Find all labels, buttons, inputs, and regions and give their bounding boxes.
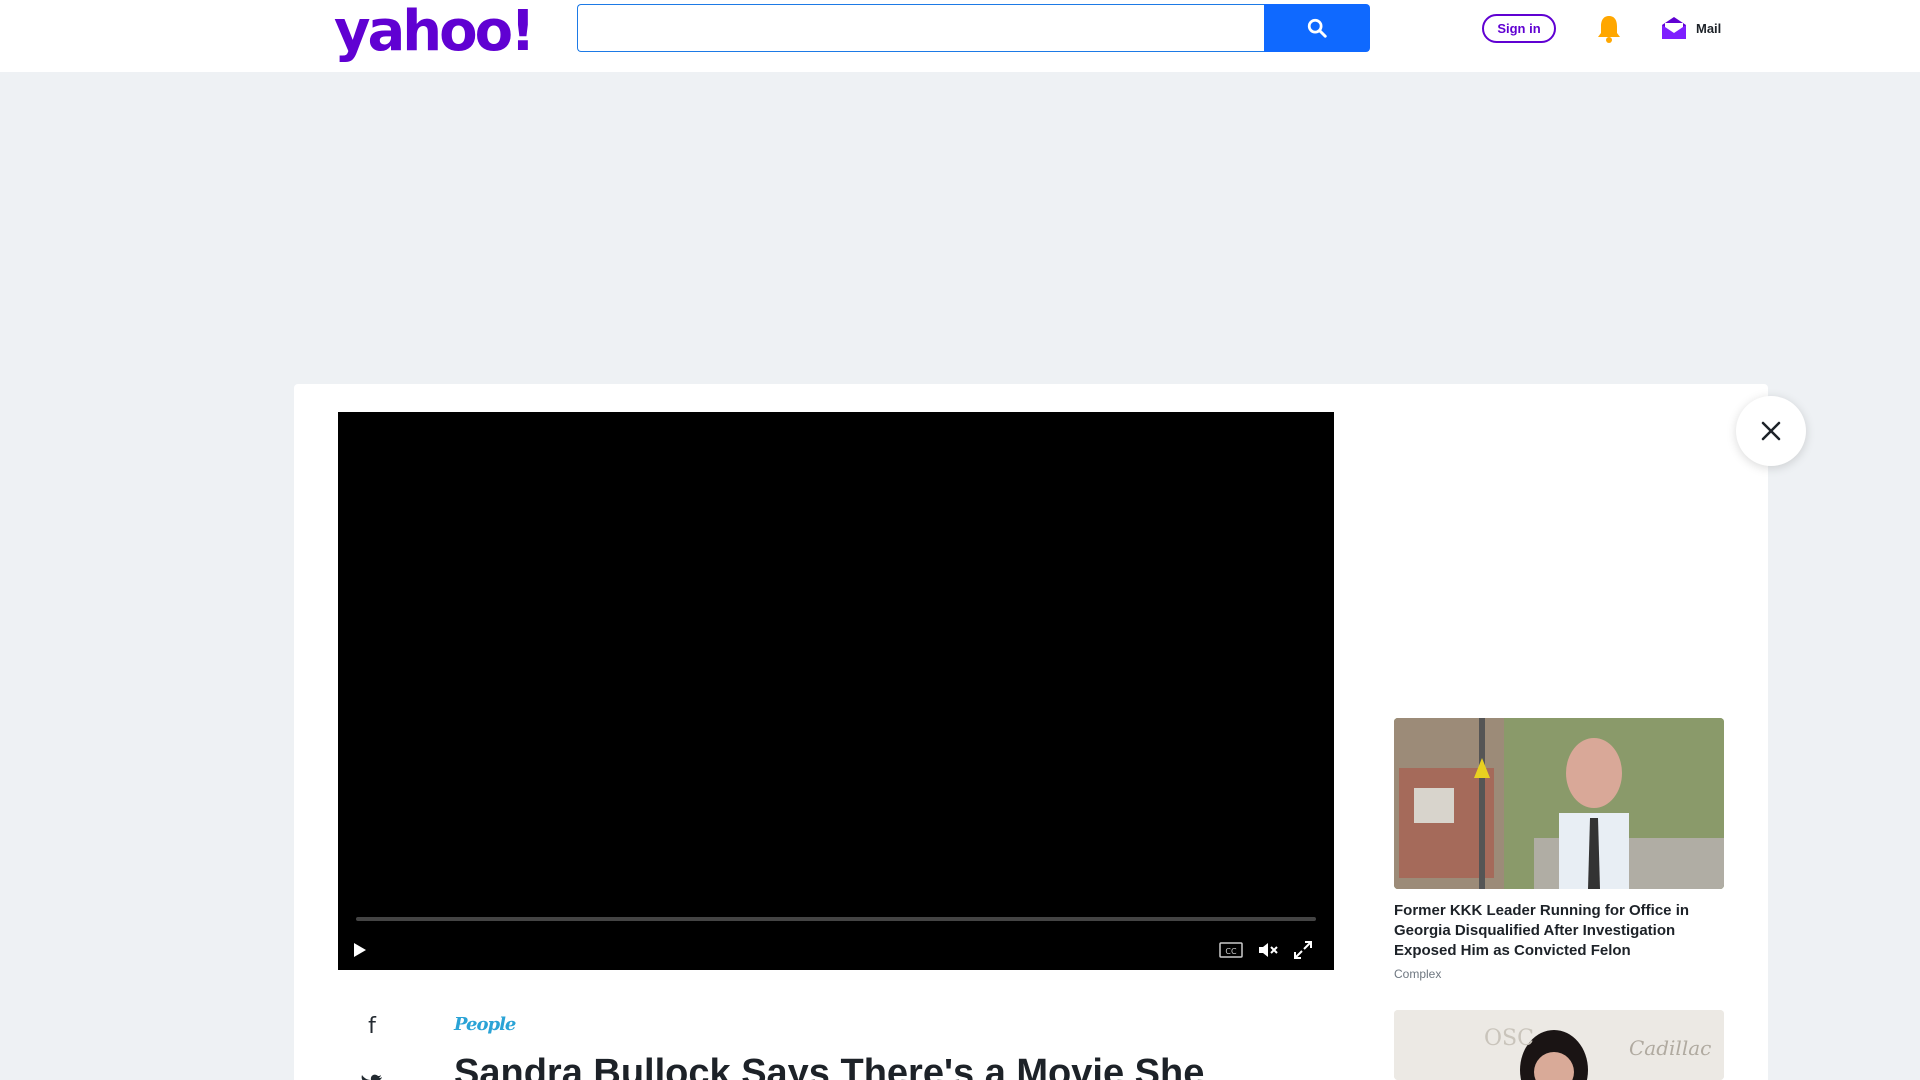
fullscreen-icon	[1294, 941, 1312, 959]
closed-captions-icon: CC	[1219, 942, 1243, 958]
facebook-share-button[interactable]: f	[360, 1013, 384, 1039]
svg-text:CC: CC	[1225, 947, 1237, 956]
ad-space	[0, 72, 1920, 384]
provider-logo[interactable]: People	[454, 1014, 516, 1035]
yahoo-logo[interactable]: yahoo!	[334, 0, 536, 64]
notifications-button[interactable]	[1594, 13, 1624, 45]
story-thumbnail[interactable]	[1394, 718, 1724, 889]
story-thumbnail-image: OSC Cadillac	[1394, 1010, 1724, 1080]
svg-text:Cadillac: Cadillac	[1629, 1036, 1711, 1060]
twitter-icon	[361, 1074, 382, 1080]
svg-text:OSC: OSC	[1484, 1026, 1534, 1051]
search-box	[577, 4, 1370, 52]
story-thumbnail[interactable]: OSC Cadillac	[1394, 1010, 1724, 1080]
mail-link[interactable]: Mail	[1660, 12, 1721, 44]
video-player[interactable]: CC	[338, 412, 1334, 970]
related-story-card[interactable]: OSC Cadillac	[1394, 1010, 1724, 1080]
mute-button[interactable]	[1256, 939, 1280, 961]
twitter-share-button[interactable]	[360, 1072, 384, 1080]
close-icon	[1761, 421, 1781, 441]
story-source: Complex	[1394, 967, 1442, 981]
video-progress-bar[interactable]	[356, 917, 1316, 921]
search-button[interactable]	[1264, 4, 1370, 52]
story-thumbnail-image	[1394, 718, 1724, 889]
fullscreen-button[interactable]	[1292, 939, 1314, 961]
story-title[interactable]: Former KKK Leader Running for Office in …	[1394, 901, 1724, 961]
article-headline: Sandra Bullock Says There's a Movie She	[454, 1052, 1205, 1080]
sign-in-button[interactable]: Sign in	[1482, 14, 1556, 43]
play-icon	[354, 943, 366, 957]
play-button[interactable]	[348, 939, 372, 961]
top-navigation-bar: yahoo! Sign in Mail	[0, 0, 1920, 72]
search-input[interactable]	[577, 4, 1265, 52]
closed-captions-button[interactable]: CC	[1218, 939, 1244, 961]
search-icon	[1307, 18, 1327, 38]
bell-icon	[1598, 16, 1620, 43]
related-story-card[interactable]: Former KKK Leader Running for Office in …	[1394, 718, 1724, 981]
facebook-icon: f	[368, 1013, 376, 1039]
mail-label: Mail	[1696, 20, 1722, 36]
close-button[interactable]	[1736, 396, 1806, 466]
mute-icon	[1259, 943, 1278, 957]
mail-icon	[1662, 17, 1686, 39]
